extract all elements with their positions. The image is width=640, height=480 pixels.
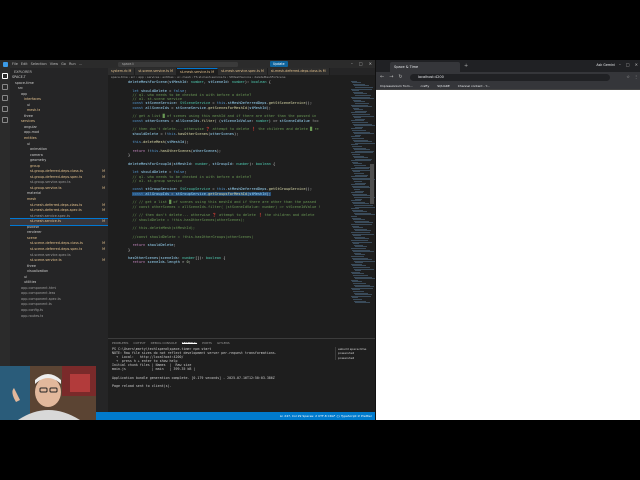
menu-item[interactable]: … bbox=[79, 62, 83, 66]
panel-tab[interactable]: OUTPUT bbox=[133, 341, 145, 345]
file-tree: SPACE-T space-time src app interfaces ui mesh.… bbox=[10, 75, 108, 319]
back-icon[interactable]: ← bbox=[380, 73, 384, 81]
tree-item-label: app.routes.ts bbox=[21, 313, 44, 318]
presenter-webcam-image bbox=[0, 366, 96, 420]
menu-bar: File Edit Selection View Go Run… bbox=[12, 62, 82, 66]
git-status-badge: M bbox=[102, 185, 105, 190]
menu-item[interactable]: File bbox=[12, 62, 18, 66]
browser-window: Space & Time + Ask Gemini – □ ✕ ← → ↻ lo… bbox=[375, 60, 640, 420]
menu-item[interactable]: Edit bbox=[21, 62, 28, 66]
git-status-badge: M bbox=[102, 208, 105, 213]
menu-item[interactable]: Run bbox=[69, 62, 76, 66]
editor-tabs: system.rb Mst-scene.service.ts Mst-mesh.… bbox=[108, 68, 375, 75]
status-right[interactable]: Ln 247, Col 29 Spaces: 2 UTF-8 CRLF {} T… bbox=[280, 412, 372, 420]
update-button[interactable]: Update bbox=[270, 61, 288, 67]
run-debug-icon[interactable] bbox=[2, 106, 8, 112]
window-controls: – □ ✕ bbox=[351, 60, 372, 68]
git-status-badge: M bbox=[102, 174, 105, 179]
panel-tab[interactable]: DEBUG CONSOLE bbox=[151, 341, 177, 345]
panel-tabs: PROBLEMS OUTPUT DEBUG CONSOLE TERMINAL PORTS… bbox=[108, 339, 375, 345]
activity-bar bbox=[0, 68, 10, 412]
editor-scrollbar[interactable] bbox=[370, 164, 374, 204]
terminal-output[interactable]: PS C:\Users\marty\techlspend\space-time>… bbox=[112, 347, 312, 388]
tree-item-label: entities bbox=[24, 136, 37, 141]
files-icon[interactable] bbox=[2, 73, 8, 79]
page-content[interactable] bbox=[376, 90, 640, 420]
maximize-icon[interactable]: □ bbox=[626, 62, 630, 67]
nav-buttons: ← → ↻ bbox=[380, 73, 403, 81]
browser-window-controls: – □ ✕ bbox=[619, 62, 638, 67]
explorer-sidebar: EXPLORER SPACE-T space-time src app interfac… bbox=[10, 68, 108, 412]
terminal-panel: PROBLEMS OUTPUT DEBUG CONSOLE TERMINAL PORTS… bbox=[108, 338, 375, 412]
extensions-icon[interactable] bbox=[2, 117, 8, 123]
menu-item[interactable]: Go bbox=[61, 62, 66, 66]
desktop-screen: File Edit Selection View Go Run… space-t Upda… bbox=[0, 60, 640, 420]
menu-item[interactable]: Selection bbox=[31, 62, 47, 66]
git-status-badge: M bbox=[102, 219, 105, 224]
panel-tab[interactable]: TERMINAL bbox=[181, 341, 198, 345]
terminal-list: esbuild space-time powershell powershell bbox=[335, 347, 373, 361]
new-tab-icon[interactable]: + bbox=[464, 63, 468, 69]
panel-tab[interactable]: PORTS bbox=[202, 341, 212, 345]
terminal-line: Page reload sent to client(s). bbox=[112, 383, 172, 388]
browser-tabstrip: Space & Time + Ask Gemini – □ ✕ bbox=[376, 60, 640, 72]
ask-gemini-button[interactable]: Ask Gemini bbox=[596, 63, 615, 67]
search-icon[interactable] bbox=[2, 84, 8, 90]
reload-icon[interactable]: ↻ bbox=[398, 73, 402, 81]
git-status-badge: M bbox=[102, 246, 105, 251]
bookmark-star-icon[interactable]: ☆ bbox=[626, 73, 630, 81]
maximize-icon[interactable]: □ bbox=[359, 60, 363, 68]
browser-tab[interactable]: Space & Time bbox=[390, 62, 460, 72]
command-center-search[interactable]: space-t bbox=[118, 61, 238, 67]
vscode-logo-icon bbox=[3, 61, 8, 67]
bookmark-item[interactable]: Channel content - Y... bbox=[458, 82, 490, 89]
editor-tab[interactable]: st-mesh.service.ts M bbox=[177, 68, 219, 75]
tree-item-label: visualization bbox=[27, 269, 49, 274]
browser-toolbar: ← → ↻ localhost:4200 ☆ ⋮ bbox=[376, 72, 640, 82]
git-status-badge: M bbox=[102, 258, 105, 263]
editor-tab[interactable]: st-scene.service.ts M bbox=[135, 68, 177, 75]
panel-tab[interactable]: PROBLEMS bbox=[112, 341, 128, 345]
forward-icon[interactable]: → bbox=[389, 73, 393, 81]
source-control-icon[interactable] bbox=[2, 95, 8, 101]
close-icon[interactable]: ✕ bbox=[635, 62, 638, 67]
minimize-icon[interactable]: – bbox=[619, 62, 621, 67]
menu-icon[interactable]: ⋮ bbox=[634, 73, 638, 81]
vscode-titlebar: File Edit Selection View Go Run… space-t Upda… bbox=[0, 60, 375, 68]
bookmark-item[interactable]: Impressionism from... bbox=[380, 82, 413, 89]
address-bar[interactable]: localhost:4200 bbox=[410, 73, 610, 81]
browser-tool-icons: ☆ ⋮ bbox=[626, 73, 638, 81]
bookmark-item[interactable]: crafty bbox=[421, 82, 430, 89]
terminal-instance[interactable]: powershell bbox=[338, 356, 373, 360]
minimize-icon[interactable]: – bbox=[351, 60, 353, 68]
explorer-header: EXPLORER bbox=[14, 70, 32, 74]
bookmarks-bar: Impressionism from... crafty SQUARE Channel… bbox=[376, 82, 640, 90]
close-icon[interactable]: ✕ bbox=[369, 60, 372, 68]
panel-tab[interactable]: GITLENS bbox=[217, 341, 230, 345]
editor-tab[interactable]: st-mesh.service.spec.ts M bbox=[218, 68, 268, 75]
tree-item[interactable]: app.routes.ts bbox=[10, 314, 108, 320]
webcam-overlay bbox=[0, 366, 96, 420]
menu-item[interactable]: View bbox=[50, 62, 58, 66]
editor-tab[interactable]: st-mesh-deferred-deps.class.ts M bbox=[267, 68, 330, 75]
editor-tab[interactable]: system.rb M bbox=[108, 68, 136, 75]
bookmark-item[interactable]: SQUARE bbox=[437, 82, 450, 89]
